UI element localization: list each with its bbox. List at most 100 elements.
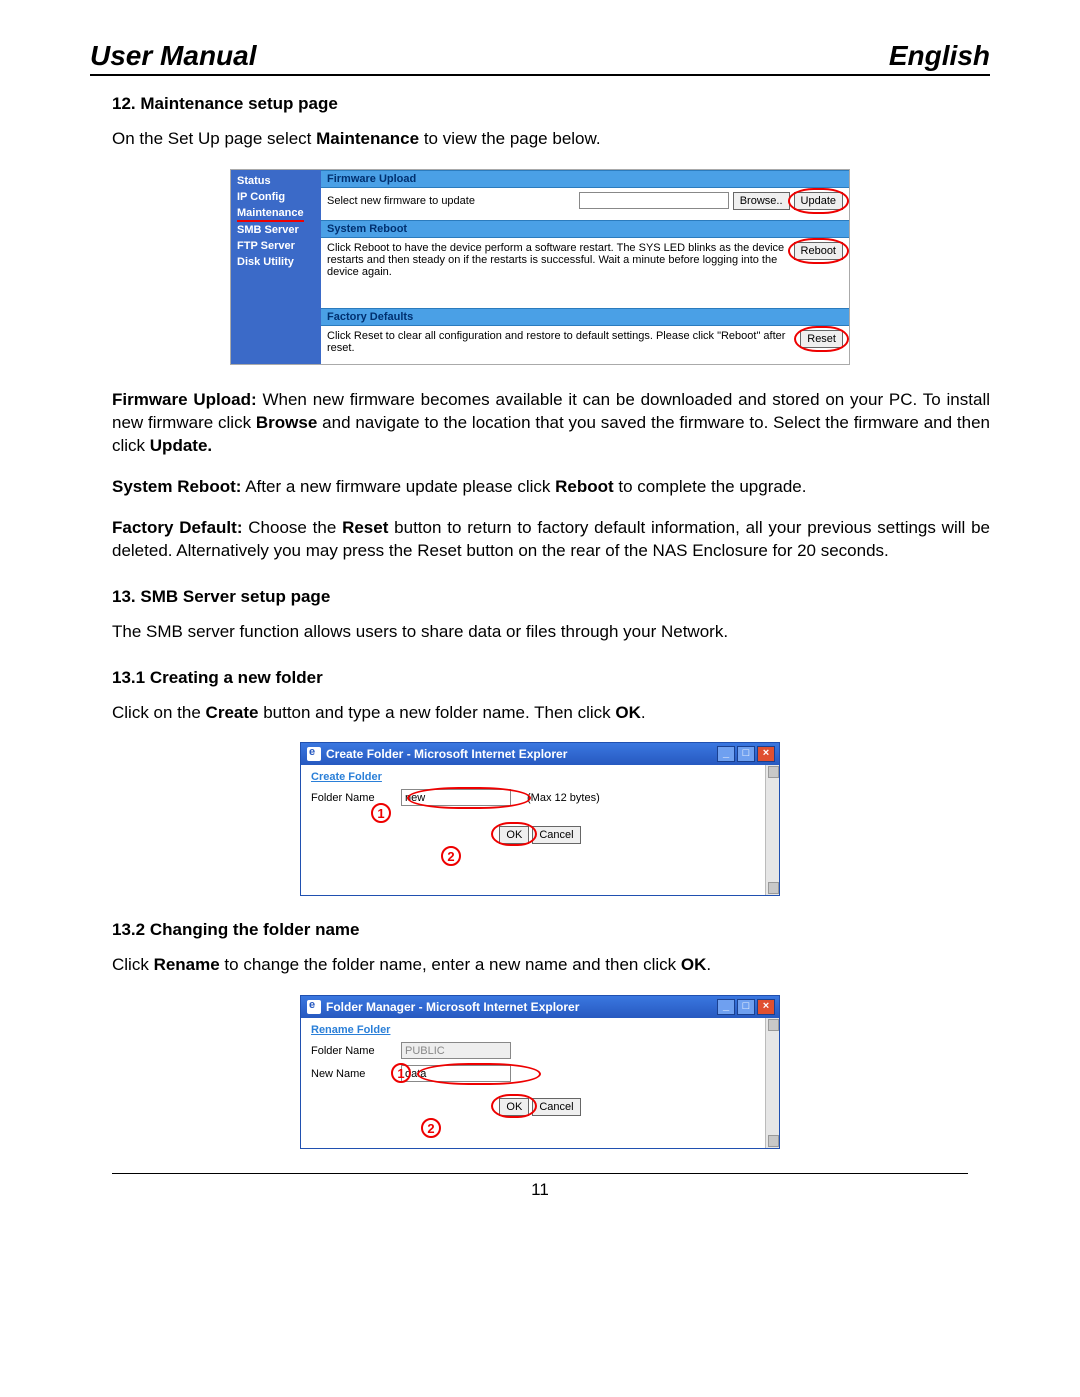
text: . xyxy=(641,703,646,722)
text-bold: Create xyxy=(206,703,259,722)
section-13-2-num: 13.2 xyxy=(112,920,145,939)
ok-button[interactable]: OK xyxy=(499,1098,529,1116)
sidebar-item-ipconfig[interactable]: IP Config xyxy=(237,190,315,205)
minimize-button[interactable]: _ xyxy=(717,999,735,1015)
callout-1: 1 xyxy=(371,803,391,823)
section-12-num: 12. xyxy=(112,94,136,113)
text: On the Set Up page select xyxy=(112,129,316,148)
section-13-1-text: Click on the Create button and type a ne… xyxy=(112,702,990,725)
sidebar-item-smb[interactable]: SMB Server xyxy=(237,223,315,238)
section-13-title: SMB Server setup page xyxy=(140,587,330,606)
maintenance-figure: Status IP Config Maintenance SMB Server … xyxy=(230,169,850,365)
reboot-bar: System Reboot xyxy=(321,220,849,238)
page-header: User Manual English xyxy=(90,40,990,76)
ie-icon xyxy=(307,1000,321,1014)
text-bold: Firmware Upload: xyxy=(112,390,257,409)
sidebar-item-diskutil[interactable]: Disk Utility xyxy=(237,255,315,270)
dialog-titlebar: Folder Manager - Microsoft Internet Expl… xyxy=(301,996,779,1018)
sidebar-item-maintenance[interactable]: Maintenance xyxy=(237,206,315,223)
callout-2: 2 xyxy=(441,846,461,866)
header-left: User Manual xyxy=(90,40,257,72)
header-right: English xyxy=(889,40,990,72)
create-folder-section-label: Create Folder xyxy=(311,771,769,783)
page-number: 11 xyxy=(90,1180,990,1200)
rename-folder-dialog: Folder Manager - Microsoft Internet Expl… xyxy=(300,995,780,1149)
reboot-text: Click Reboot to have the device perform … xyxy=(327,242,786,278)
section-13-num: 13. xyxy=(112,587,136,606)
text-bold: Reset xyxy=(342,518,388,537)
section-12-intro: On the Set Up page select Maintenance to… xyxy=(112,128,990,151)
factory-defaults-bar: Factory Defaults xyxy=(321,308,849,326)
folder-name-input[interactable] xyxy=(401,789,511,806)
text-bold: Maintenance xyxy=(316,129,419,148)
text: to view the page below. xyxy=(419,129,600,148)
text-bold: Rename xyxy=(154,955,220,974)
text-bold: Reboot xyxy=(555,477,614,496)
section-13-2-heading: 13.2 Changing the folder name xyxy=(112,920,990,940)
footer-rule xyxy=(112,1173,968,1174)
rename-folder-section-label: Rename Folder xyxy=(311,1024,769,1036)
folder-name-readonly xyxy=(401,1042,511,1059)
maximize-button[interactable]: □ xyxy=(737,999,755,1015)
cancel-button[interactable]: Cancel xyxy=(532,826,580,844)
folder-name-label: Folder Name xyxy=(311,1045,391,1057)
update-button[interactable]: Update xyxy=(794,192,843,210)
text: button and type a new folder name. Then … xyxy=(258,703,615,722)
section-13-1-title: Creating a new folder xyxy=(150,668,323,687)
section-13-1-num: 13.1 xyxy=(112,668,145,687)
text: to change the folder name, enter a new n… xyxy=(220,955,681,974)
new-name-label: New Name xyxy=(311,1068,391,1080)
create-folder-dialog: Create Folder - Microsoft Internet Explo… xyxy=(300,742,780,896)
section-12-title: Maintenance setup page xyxy=(140,94,337,113)
reboot-paragraph: System Reboot: After a new firmware upda… xyxy=(112,476,990,499)
text: to complete the upgrade. xyxy=(614,477,807,496)
text-bold: OK xyxy=(615,703,641,722)
factory-default-paragraph: Factory Default: Choose the Reset button… xyxy=(112,517,990,563)
fw-file-input[interactable] xyxy=(579,192,729,209)
minimize-button[interactable]: _ xyxy=(717,746,735,762)
callout-2: 2 xyxy=(421,1118,441,1138)
maintenance-main: Firmware Upload Select new firmware to u… xyxy=(321,170,849,364)
dialog-title: Create Folder - Microsoft Internet Explo… xyxy=(326,747,567,761)
section-13-1-heading: 13.1 Creating a new folder xyxy=(112,668,990,688)
sidebar-item-label: Maintenance xyxy=(237,206,304,223)
text: After a new firmware update please click xyxy=(241,477,555,496)
fw-upload-bar: Firmware Upload xyxy=(321,170,849,188)
reset-button[interactable]: Reset xyxy=(800,330,843,348)
factory-defaults-text: Click Reset to clear all configuration a… xyxy=(327,330,792,354)
section-13-2-title: Changing the folder name xyxy=(150,920,360,939)
sidebar-item-status[interactable]: Status xyxy=(237,174,315,189)
fw-paragraph: Firmware Upload: When new firmware becom… xyxy=(112,389,990,458)
close-button[interactable]: × xyxy=(757,746,775,762)
folder-name-hint: (Max 12 bytes) xyxy=(527,792,600,804)
dialog-title: Folder Manager - Microsoft Internet Expl… xyxy=(326,1000,579,1014)
text-bold: System Reboot: xyxy=(112,477,241,496)
ok-button[interactable]: OK xyxy=(499,826,529,844)
scrollbar[interactable] xyxy=(765,1018,779,1148)
text: . xyxy=(706,955,711,974)
maintenance-sidebar: Status IP Config Maintenance SMB Server … xyxy=(231,170,321,364)
sidebar-item-ftp[interactable]: FTP Server xyxy=(237,239,315,254)
dialog-titlebar: Create Folder - Microsoft Internet Explo… xyxy=(301,743,779,765)
section-13-intro: The SMB server function allows users to … xyxy=(112,621,990,644)
text-bold: Browse xyxy=(256,413,317,432)
reboot-button[interactable]: Reboot xyxy=(794,242,843,260)
text-bold: Update. xyxy=(150,436,212,455)
close-button[interactable]: × xyxy=(757,999,775,1015)
section-13-heading: 13. SMB Server setup page xyxy=(112,587,990,607)
page: User Manual English 12. Maintenance setu… xyxy=(0,0,1080,1230)
browse-button[interactable]: Browse.. xyxy=(733,192,790,210)
section-12-heading: 12. Maintenance setup page xyxy=(112,94,990,114)
text: Choose the xyxy=(242,518,342,537)
text-bold: Factory Default: xyxy=(112,518,242,537)
ie-icon xyxy=(307,747,321,761)
folder-name-label: Folder Name xyxy=(311,792,391,804)
maximize-button[interactable]: □ xyxy=(737,746,755,762)
new-name-input[interactable] xyxy=(401,1065,511,1082)
cancel-button[interactable]: Cancel xyxy=(532,1098,580,1116)
text: Click on the xyxy=(112,703,206,722)
section-13-2-text: Click Rename to change the folder name, … xyxy=(112,954,990,977)
text-bold: OK xyxy=(681,955,707,974)
fw-upload-label: Select new firmware to update xyxy=(327,195,475,207)
text: Click xyxy=(112,955,154,974)
